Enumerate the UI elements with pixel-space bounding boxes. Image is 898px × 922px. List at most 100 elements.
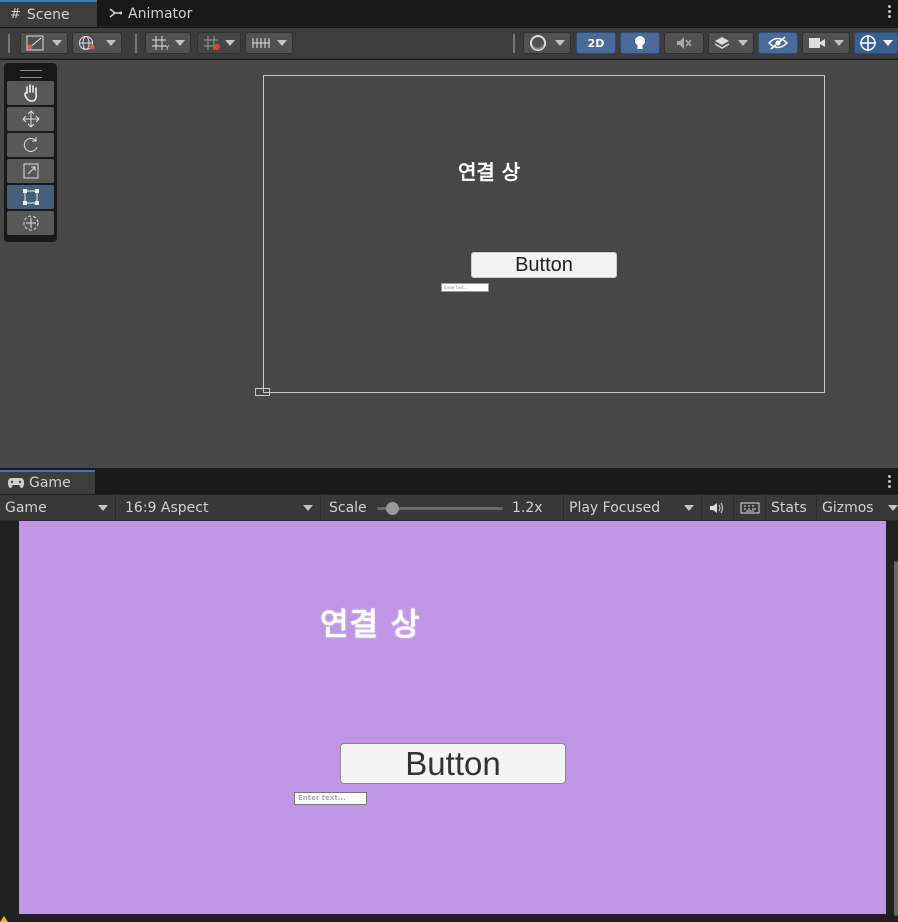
display-select-value: Game bbox=[5, 500, 47, 516]
gizmo-crosshair-icon bbox=[860, 35, 876, 51]
scale-tool-button[interactable] bbox=[7, 159, 54, 183]
lighting-toggle-button[interactable] bbox=[620, 32, 660, 54]
overlay-drag-handle[interactable] bbox=[19, 70, 42, 78]
chevron-down-icon bbox=[684, 505, 694, 511]
animator-icon bbox=[109, 6, 123, 22]
rect-transform-icon bbox=[22, 189, 39, 205]
scale-icon bbox=[23, 163, 38, 179]
toggle-2d-label: 2D bbox=[587, 36, 605, 50]
scene-tab-bar: # Scene Animator bbox=[0, 0, 898, 27]
transform-tool-button[interactable] bbox=[7, 211, 54, 235]
chevron-down-icon bbox=[303, 505, 313, 511]
effects-dropdown[interactable] bbox=[708, 32, 754, 54]
globe-icon bbox=[79, 36, 95, 50]
tab-scene-label: Scene bbox=[26, 6, 70, 23]
grid-snap-icon: Y bbox=[152, 36, 170, 51]
shading-mode-dropdown[interactable] bbox=[523, 32, 571, 54]
effects-stack-icon bbox=[714, 37, 730, 49]
move-tool-button[interactable] bbox=[7, 107, 54, 131]
chevron-down-icon bbox=[738, 40, 748, 46]
draw-mode-dropdown[interactable] bbox=[20, 32, 68, 54]
grid-snap-dropdown[interactable]: Y bbox=[145, 32, 191, 54]
audio-toggle-button[interactable] bbox=[664, 32, 704, 54]
toolbar-grip-icon[interactable] bbox=[8, 34, 10, 53]
scene-more-menu-icon[interactable] bbox=[888, 5, 892, 18]
gizmos-toggle[interactable]: Gizmos bbox=[817, 495, 898, 521]
game-tab-bar: Game bbox=[0, 470, 898, 495]
keyboard-icon bbox=[740, 502, 760, 514]
svg-text:Y: Y bbox=[164, 44, 170, 51]
transform-icon bbox=[23, 215, 38, 231]
scale-control: Scale 1.2x bbox=[324, 495, 564, 521]
aspect-select[interactable]: 16:9 Aspect bbox=[120, 495, 321, 521]
grid-icon: # bbox=[10, 7, 21, 22]
game-ui-input[interactable]: Enter text... bbox=[294, 792, 367, 805]
tab-game-label: Game bbox=[29, 475, 71, 491]
eye-hidden-icon bbox=[768, 36, 788, 50]
tab-scene[interactable]: # Scene bbox=[0, 0, 97, 27]
tab-animator[interactable]: Animator bbox=[99, 0, 202, 27]
scale-label: Scale bbox=[329, 500, 367, 516]
rect-tool-button[interactable] bbox=[7, 185, 54, 209]
warning-icon[interactable] bbox=[0, 916, 8, 922]
play-mode-select[interactable]: Play Focused bbox=[564, 495, 702, 521]
ruler-icon bbox=[252, 38, 270, 48]
game-status-title: 연결 상 bbox=[320, 607, 421, 643]
chevron-down-icon bbox=[98, 505, 108, 511]
chevron-down-icon bbox=[52, 40, 62, 46]
chevron-down-icon bbox=[277, 40, 287, 46]
scene-view[interactable]: 연결 상 Button Enter text... bbox=[0, 60, 898, 468]
chevron-down-icon bbox=[225, 40, 235, 46]
toolbar-grip-icon[interactable] bbox=[135, 34, 137, 53]
canvas-anchor-icon bbox=[255, 388, 270, 396]
stats-label: Stats bbox=[771, 500, 807, 516]
scene-visibility-button[interactable] bbox=[758, 32, 798, 54]
draw-mode-icon bbox=[26, 35, 44, 51]
stats-button[interactable]: Stats bbox=[766, 495, 817, 521]
shortcuts-button[interactable] bbox=[734, 495, 766, 521]
render-mode-dropdown[interactable] bbox=[72, 32, 122, 54]
chevron-down-icon bbox=[555, 40, 565, 46]
chevron-down-icon bbox=[106, 40, 116, 46]
display-select[interactable]: Game bbox=[0, 495, 116, 521]
game-toolbar: Game 16:9 Aspect Scale 1.2x Play Focused… bbox=[0, 495, 898, 521]
sphere-icon bbox=[530, 35, 546, 51]
tab-animator-label: Animator bbox=[128, 5, 193, 22]
game-ui-button[interactable]: Button bbox=[340, 743, 566, 784]
rotate-icon bbox=[23, 137, 37, 152]
move-arrows-icon bbox=[22, 110, 39, 128]
snap-magnet-icon bbox=[204, 36, 220, 50]
mute-audio-button[interactable] bbox=[702, 495, 734, 521]
chevron-down-icon bbox=[834, 40, 844, 46]
game-view[interactable]: 연결 상 Button Enter text... bbox=[19, 521, 886, 914]
hand-tool-button[interactable] bbox=[7, 81, 54, 105]
snap-settings-dropdown[interactable] bbox=[197, 32, 241, 54]
game-area: 연결 상 Button Enter text... bbox=[0, 521, 898, 922]
canvas-bounds bbox=[263, 75, 825, 393]
gizmos-label: Gizmos bbox=[822, 500, 874, 516]
play-mode-value: Play Focused bbox=[569, 500, 661, 516]
scene-status-title[interactable]: 연결 상 bbox=[458, 156, 520, 185]
toolbar-grip-icon[interactable] bbox=[513, 34, 515, 53]
scale-value: 1.2x bbox=[512, 500, 543, 516]
chevron-down-icon bbox=[883, 40, 893, 46]
rotate-tool-button[interactable] bbox=[7, 133, 54, 157]
scene-ui-button[interactable]: Button bbox=[471, 252, 617, 278]
camera-icon bbox=[809, 38, 825, 48]
tools-overlay bbox=[4, 63, 57, 242]
tab-game[interactable]: Game bbox=[0, 470, 95, 494]
aspect-select-value: 16:9 Aspect bbox=[125, 500, 209, 516]
gizmos-dropdown[interactable] bbox=[854, 32, 898, 54]
mute-speaker-icon bbox=[677, 37, 692, 49]
chevron-down-icon bbox=[888, 505, 898, 511]
hand-icon bbox=[23, 84, 37, 102]
toggle-2d-button[interactable]: 2D bbox=[576, 32, 616, 54]
speaker-icon bbox=[710, 502, 723, 514]
scene-toolbar: Y 2D bbox=[0, 28, 898, 59]
increment-snap-dropdown[interactable] bbox=[245, 32, 293, 54]
game-scrollbar[interactable] bbox=[894, 561, 898, 916]
game-more-menu-icon[interactable] bbox=[888, 475, 892, 488]
gamepad-icon bbox=[8, 478, 24, 488]
scene-camera-dropdown[interactable] bbox=[802, 32, 850, 54]
scene-ui-input[interactable]: Enter text... bbox=[441, 283, 489, 292]
